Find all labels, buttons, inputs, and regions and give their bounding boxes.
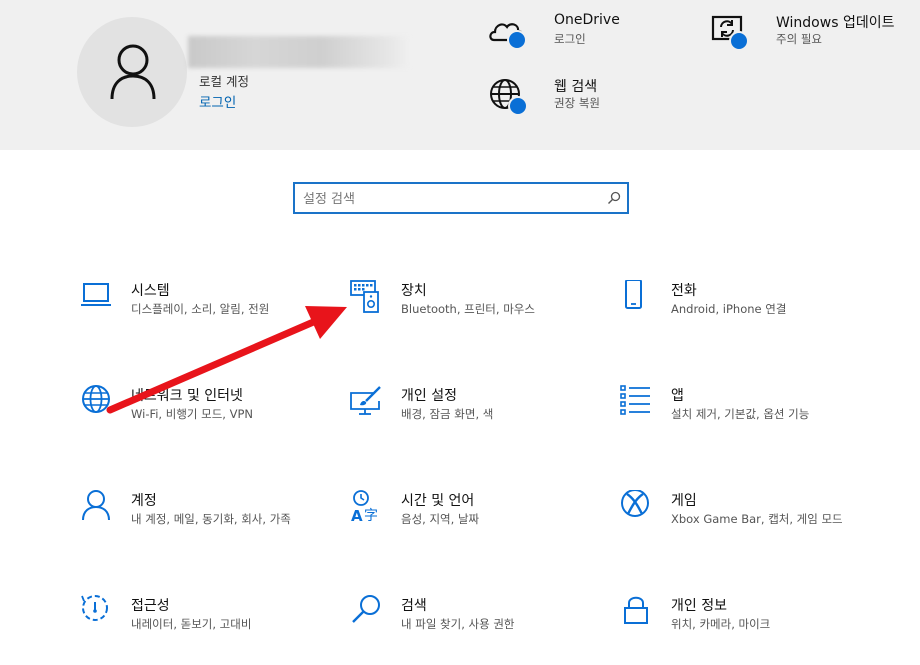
tile-subtitle: 디스플레이, 소리, 알림, 전원 bbox=[131, 302, 270, 316]
tile-subtitle: 음성, 지역, 날짜 bbox=[401, 512, 480, 526]
tile-title: 접근성 bbox=[131, 598, 170, 614]
web-search-title: 웹 검색 bbox=[554, 79, 598, 95]
tile-devices[interactable]: 장치 Bluetooth, 프린터, 마우스 bbox=[350, 280, 600, 350]
tile-title: 계정 bbox=[131, 493, 157, 509]
tile-title: 네트워크 및 인터넷 bbox=[131, 388, 243, 404]
tile-time-language[interactable]: A 字 시간 및 언어 음성, 지역, 날짜 bbox=[350, 490, 600, 560]
tile-title: 전화 bbox=[671, 283, 697, 299]
blurred-account-name bbox=[188, 36, 410, 68]
onedrive-title: OneDrive bbox=[554, 12, 620, 28]
tile-subtitle: 내 파일 찾기, 사용 권한 bbox=[401, 617, 515, 631]
tile-subtitle: 내레이터, 돋보기, 고대비 bbox=[131, 617, 252, 631]
search-icon[interactable] bbox=[607, 191, 621, 205]
tile-title: 앱 bbox=[671, 388, 684, 404]
windows-update-title: Windows 업데이트 bbox=[776, 15, 895, 31]
tile-title: 검색 bbox=[401, 598, 427, 614]
laptop-icon bbox=[81, 283, 111, 306]
account-type-label: 로컬 계정 bbox=[199, 74, 249, 89]
onedrive-status: 로그인 bbox=[554, 32, 586, 46]
tile-title: 시간 및 언어 bbox=[401, 493, 475, 509]
time-language-icon: A 字 bbox=[351, 490, 378, 524]
tile-title: 장치 bbox=[401, 283, 427, 299]
tile-subtitle: Android, iPhone 연결 bbox=[671, 302, 787, 316]
phone-icon bbox=[625, 280, 642, 309]
search-input[interactable] bbox=[301, 186, 595, 212]
settings-search-box[interactable] bbox=[293, 182, 629, 214]
tile-title: 개인 설정 bbox=[401, 388, 457, 404]
tile-title: 개인 정보 bbox=[671, 598, 727, 614]
lock-icon bbox=[624, 596, 648, 624]
xbox-icon bbox=[621, 490, 649, 517]
tile-title: 시스템 bbox=[131, 283, 170, 299]
web-search-status: 권장 복원 bbox=[554, 96, 600, 110]
svg-text:A: A bbox=[351, 507, 363, 524]
tile-subtitle: 내 계정, 메일, 동기화, 회사, 가족 bbox=[131, 512, 291, 526]
person-icon bbox=[82, 490, 110, 521]
tile-subtitle: 위치, 카메라, 마이크 bbox=[671, 617, 771, 631]
accessibility-timer-icon bbox=[81, 595, 108, 621]
header-item-web-search[interactable]: 웹 검색 권장 복원 bbox=[488, 76, 668, 122]
svg-text:字: 字 bbox=[364, 508, 378, 524]
tile-title: 게임 bbox=[671, 493, 697, 509]
tile-phone[interactable]: 전화 Android, iPhone 연결 bbox=[620, 280, 870, 350]
tile-network[interactable]: 네트워크 및 인터넷 Wi-Fi, 비행기 모드, VPN bbox=[80, 385, 330, 455]
tile-subtitle: Xbox Game Bar, 캡처, 게임 모드 bbox=[671, 512, 843, 526]
sign-in-link[interactable]: 로그인 bbox=[199, 91, 236, 111]
monitor-brush-icon bbox=[350, 386, 381, 415]
tile-system[interactable]: 시스템 디스플레이, 소리, 알림, 전원 bbox=[80, 280, 330, 350]
app-list-icon bbox=[620, 385, 650, 415]
header-item-windows-update[interactable]: Windows 업데이트 주의 필요 bbox=[710, 12, 910, 58]
tile-subtitle: Bluetooth, 프린터, 마우스 bbox=[401, 302, 535, 316]
account-header: 로컬 계정 로그인 OneDrive 로그인 웹 검색 권장 복원 Window… bbox=[0, 0, 920, 150]
tile-subtitle: 배경, 잠금 화면, 색 bbox=[401, 407, 494, 421]
tile-accounts[interactable]: 계정 내 계정, 메일, 동기화, 회사, 가족 bbox=[80, 490, 330, 560]
keyboard-speaker-icon bbox=[350, 280, 379, 313]
tile-apps[interactable]: 앱 설치 제거, 기본값, 옵션 기능 bbox=[620, 385, 870, 455]
user-avatar-icon bbox=[110, 44, 156, 100]
tile-subtitle: Wi-Fi, 비행기 모드, VPN bbox=[131, 407, 254, 421]
header-item-onedrive[interactable]: OneDrive 로그인 bbox=[488, 12, 668, 58]
tile-personalization[interactable]: 개인 설정 배경, 잠금 화면, 색 bbox=[350, 385, 600, 455]
tile-subtitle: 설치 제거, 기본값, 옵션 기능 bbox=[671, 407, 810, 421]
search-icon bbox=[352, 595, 380, 623]
globe-icon bbox=[82, 385, 110, 413]
tile-gaming[interactable]: 게임 Xbox Game Bar, 캡처, 게임 모드 bbox=[620, 490, 870, 560]
windows-update-status: 주의 필요 bbox=[776, 32, 822, 46]
avatar[interactable] bbox=[77, 17, 187, 127]
